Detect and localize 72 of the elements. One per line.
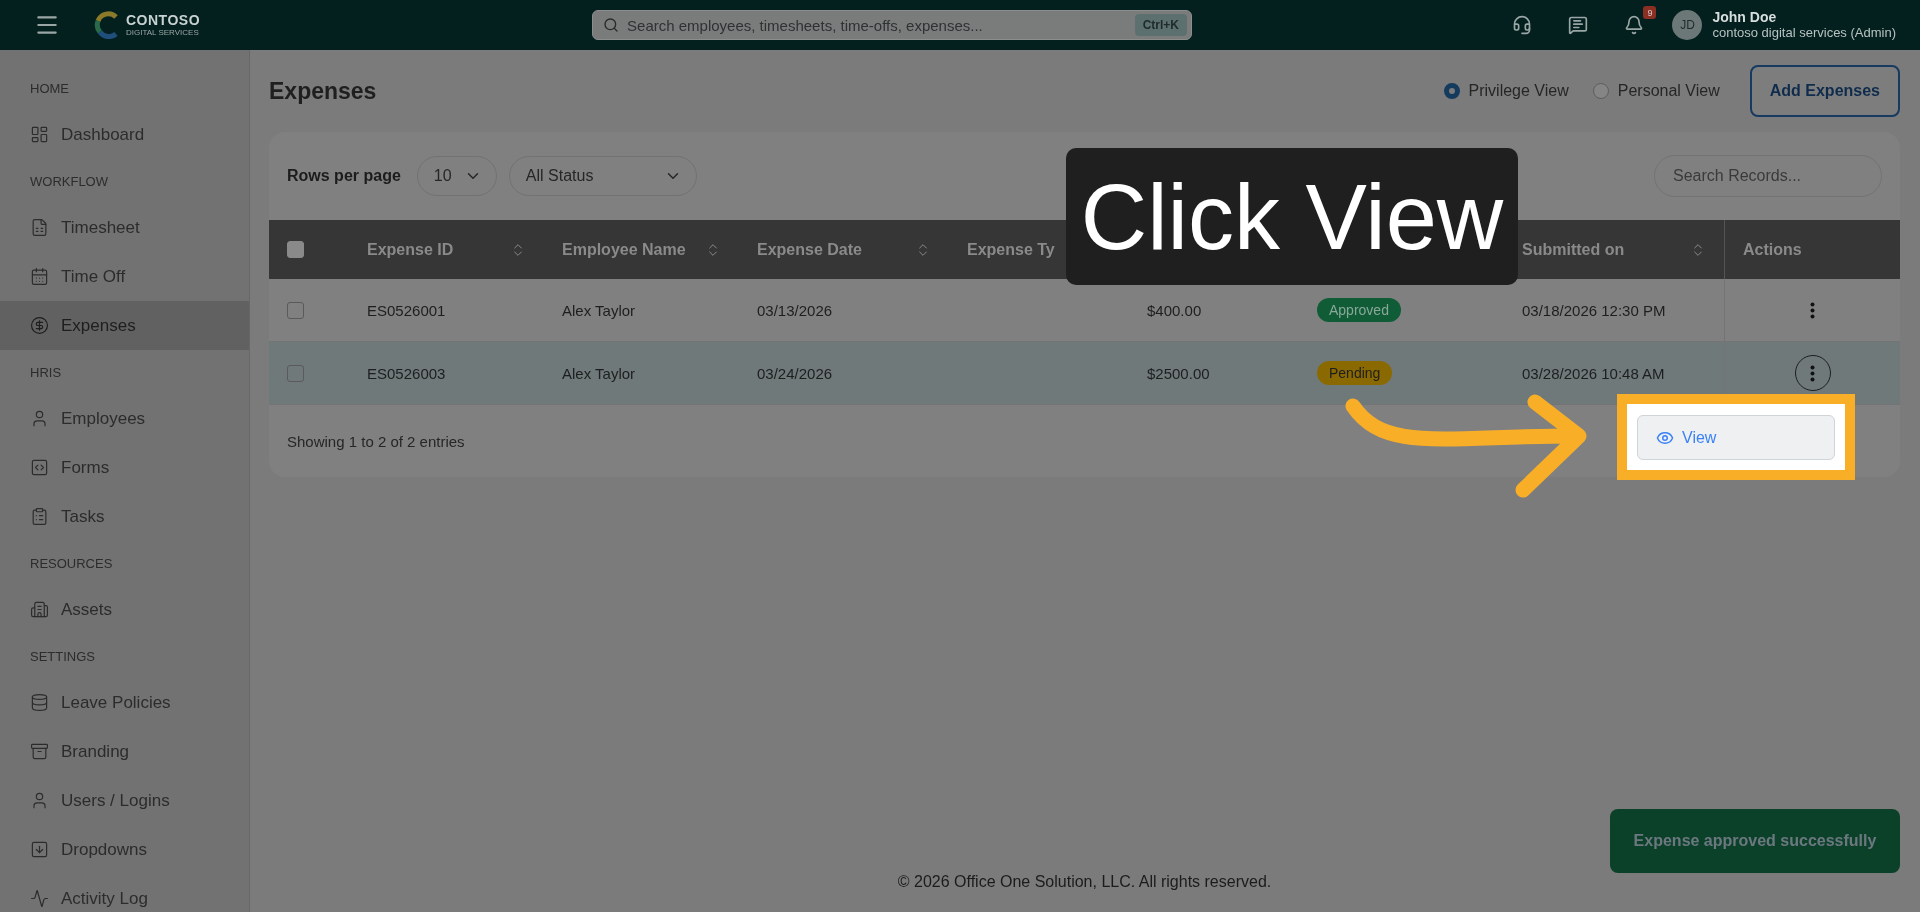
sidebar-section-label: RESOURCES bbox=[29, 554, 114, 573]
view-radio[interactable]: Personal View bbox=[1592, 82, 1720, 100]
spreadsheet-icon bbox=[30, 218, 49, 237]
logo-name: CONTOSO bbox=[126, 13, 201, 27]
person-icon bbox=[30, 791, 49, 810]
sidebar-item[interactable]: Expenses bbox=[0, 301, 249, 350]
column-header[interactable]: Expense Date bbox=[757, 233, 931, 266]
download-icon bbox=[30, 840, 49, 859]
column-header: Actions bbox=[1743, 239, 1802, 260]
shortcut-hint: Ctrl+K bbox=[1134, 14, 1188, 36]
radio-icon[interactable] bbox=[1592, 83, 1609, 99]
radio-icon[interactable] bbox=[1443, 83, 1460, 99]
select-all-checkbox[interactable] bbox=[287, 241, 304, 258]
user-avatar[interactable]: JD bbox=[1672, 10, 1703, 40]
sidebar-section-label: WORKFLOW bbox=[29, 172, 109, 191]
status-badge: Pending bbox=[1317, 361, 1393, 385]
search-input[interactable]: Search employees, timesheets, time-offs, expenses... bbox=[625, 15, 1129, 35]
row-checkbox[interactable] bbox=[287, 364, 304, 382]
calendar-icon bbox=[30, 267, 49, 286]
view-radio[interactable]: Privilege View bbox=[1443, 82, 1569, 100]
table-cell-text: Alex Taylor bbox=[561, 300, 637, 321]
archive-icon bbox=[30, 742, 49, 761]
table-row[interactable]: ES0526001 Alex Taylor 03/13/2026 $400.00 Approved 03/18/2026 12:30 PM bbox=[269, 279, 1900, 342]
column-header[interactable]: Employee Name bbox=[562, 233, 721, 266]
search-records-field[interactable]: Search Records... bbox=[1654, 155, 1882, 197]
status-badge: Approved bbox=[1317, 298, 1401, 322]
search-icon bbox=[603, 17, 620, 33]
column-header: Expense Ty bbox=[967, 239, 1055, 260]
entries-count: Showing 1 to 2 of 2 entries bbox=[287, 432, 465, 450]
radio-label: Personal View bbox=[1617, 82, 1720, 100]
column-header[interactable]: Expense ID bbox=[367, 233, 526, 266]
dollar-icon bbox=[30, 316, 49, 335]
rows-per-page-label: Rows per page bbox=[287, 167, 401, 185]
notification-icon[interactable] bbox=[1624, 15, 1645, 35]
table-cell-text: $400.00 bbox=[1146, 300, 1203, 321]
sidebar-section-label: HRIS bbox=[29, 363, 63, 382]
sidebar-section-label: SETTINGS bbox=[29, 647, 96, 666]
success-toast: Expense approved successfully bbox=[1610, 809, 1900, 873]
table-cell-text: 03/28/2026 10:48 AM bbox=[1521, 363, 1666, 384]
search-bar[interactable]: Search employees, timesheets, time-offs, expenses... Ctrl+K bbox=[592, 10, 1193, 40]
dashboard-icon bbox=[30, 125, 49, 144]
sidebar-section-label: HOME bbox=[29, 79, 70, 98]
table-cell-text: 03/13/2026 bbox=[756, 300, 834, 321]
table-cell-text: ES0526003 bbox=[366, 363, 447, 384]
user-organization: contoso digital services (Admin) bbox=[1712, 25, 1896, 41]
table-cell-text: Alex Taylor bbox=[561, 363, 637, 384]
code-icon bbox=[30, 458, 49, 477]
row-checkbox[interactable] bbox=[287, 301, 304, 319]
page-title: Expenses bbox=[269, 77, 377, 105]
table-row[interactable]: ES0526003 Alex Taylor 03/24/2026 $2500.00 Pending 03/28/2026 10:48 AM bbox=[269, 342, 1900, 405]
message-icon[interactable] bbox=[1568, 15, 1589, 35]
table-cell-text: 03/18/2026 12:30 PM bbox=[1521, 300, 1667, 321]
radio-label: Privilege View bbox=[1468, 82, 1569, 100]
activity-icon bbox=[30, 889, 49, 908]
clipboard-icon bbox=[30, 507, 49, 526]
add-expenses-button[interactable]: Add Expenses bbox=[1749, 65, 1900, 117]
building-icon bbox=[30, 600, 49, 619]
headset-icon[interactable] bbox=[1512, 15, 1533, 35]
view-menu-item[interactable]: View bbox=[1637, 415, 1835, 460]
instruction-callout: Click View bbox=[1066, 148, 1518, 285]
copyright-text: © 2026 Office One Solution, LLC. All rights reserved. bbox=[897, 873, 1272, 891]
column-header[interactable]: Submitted on bbox=[1522, 233, 1706, 266]
user-name: John Doe bbox=[1712, 9, 1778, 26]
table-cell-text: 03/24/2026 bbox=[756, 363, 834, 384]
notification-count: 9 bbox=[1643, 6, 1657, 19]
table-cell-text: ES0526001 bbox=[366, 300, 447, 321]
logo-tagline: DIGITAL SERVICES bbox=[126, 29, 200, 37]
table-cell-text: $2500.00 bbox=[1146, 363, 1211, 384]
kebab-icon bbox=[1810, 301, 1815, 319]
person-icon bbox=[30, 409, 49, 428]
kebab-icon bbox=[1810, 364, 1815, 382]
database-icon bbox=[30, 693, 49, 712]
